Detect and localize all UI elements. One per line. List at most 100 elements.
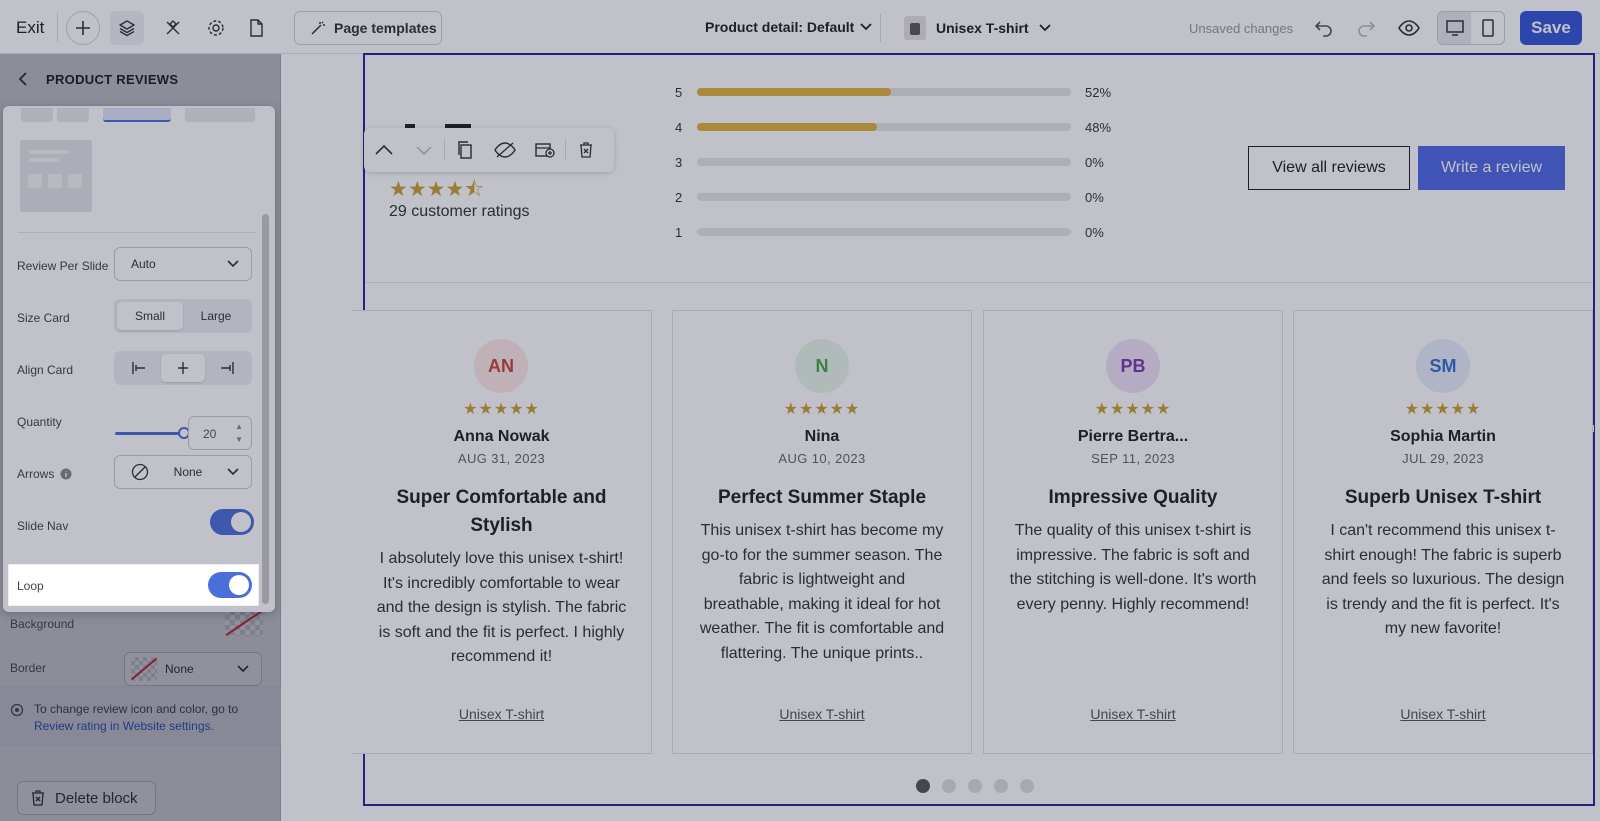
rating-row-3: 3 0% — [675, 154, 1104, 170]
review-stars: ★★★★★ — [1404, 401, 1482, 418]
undo-icon[interactable] — [1310, 14, 1338, 42]
preview-block — [48, 174, 62, 188]
sidebar-title: PRODUCT REVIEWS — [46, 71, 179, 87]
divider — [18, 232, 256, 233]
rating-row-percent: 0% — [1085, 224, 1104, 240]
size-large-option[interactable]: Large — [183, 302, 249, 330]
review-date: JUL 29, 2023 — [1402, 451, 1484, 466]
review-stars: ★★★★★ — [463, 401, 540, 418]
layout-option-selected[interactable] — [103, 108, 171, 122]
slide-nav-toggle[interactable] — [210, 509, 254, 535]
review-card[interactable]: AN ★★★★★ Anna Nowak AUG 31, 2023 Super Comfo… — [352, 310, 652, 754]
slide-nav-label: Slide Nav — [17, 519, 69, 533]
rating-bar-track — [697, 158, 1071, 166]
review-card[interactable]: N ★★★★★ Nina AUG 10, 2023 Perfect Summer Sta… — [672, 310, 972, 754]
layout-preview-card[interactable] — [20, 140, 92, 212]
review-card[interactable]: PB ★★★★★ Pierre Bertra... SEP 11, 2023 Impre… — [983, 310, 1283, 754]
exit-button[interactable]: Exit — [16, 18, 44, 38]
quantity-stepper[interactable]: 20 ▲ ▼ — [188, 416, 252, 450]
review-body: I can't recommend this unisex t-shirt en… — [1321, 522, 1565, 638]
review-card[interactable]: SM ★★★★★ Sophia Martin JUL 29, 2023 Superb U… — [1293, 310, 1593, 754]
background-swatch[interactable] — [225, 610, 263, 636]
website-settings-link[interactable]: Review rating in Website settings. — [34, 719, 214, 733]
panel-scrollbar[interactable] — [262, 108, 269, 613]
page-selector-label: Product detail: Default — [705, 19, 855, 35]
product-selector-label: Unisex T-shirt — [936, 20, 1029, 36]
page-selector[interactable]: Product detail: Default — [705, 19, 872, 35]
device-switcher — [1437, 11, 1505, 45]
add-icon[interactable] — [66, 11, 100, 45]
border-select[interactable]: None — [124, 652, 262, 686]
border-swatch — [131, 657, 157, 681]
page-templates-label: Page templates — [334, 20, 437, 36]
add-section-icon[interactable] — [525, 128, 565, 172]
quantity-slider-track[interactable] — [115, 432, 185, 435]
pagination-dot[interactable] — [1020, 779, 1034, 793]
redo-icon[interactable] — [1352, 14, 1380, 42]
align-left-icon[interactable] — [117, 354, 161, 382]
info-icon[interactable] — [60, 468, 72, 480]
move-up-icon[interactable] — [364, 128, 404, 172]
stepper-down-icon[interactable]: ▼ — [235, 435, 243, 444]
avatar: PB — [1106, 339, 1160, 393]
border-label: Border — [10, 661, 47, 675]
rating-row-percent: 48% — [1085, 119, 1112, 135]
review-per-slide-select[interactable]: Auto — [114, 247, 252, 281]
carousel-pagination — [916, 779, 1034, 793]
review-product-link[interactable]: Unisex T-shirt — [352, 706, 651, 722]
loop-toggle[interactable] — [208, 572, 252, 598]
gear-icon[interactable] — [199, 11, 233, 45]
review-date: AUG 10, 2023 — [778, 451, 866, 466]
review-body: The quality of this unisex t-shirt is im… — [1009, 522, 1257, 613]
pagination-dot[interactable] — [916, 779, 930, 793]
pages-icon[interactable] — [239, 11, 273, 45]
pagination-dot[interactable] — [968, 779, 982, 793]
chevron-down-icon — [227, 468, 239, 476]
arrows-select[interactable]: None — [114, 455, 252, 489]
arrows-value: None — [173, 465, 203, 479]
delete-icon[interactable] — [566, 128, 606, 172]
none-icon — [131, 463, 149, 481]
preview-eye-icon[interactable] — [1395, 14, 1423, 42]
layout-option[interactable] — [57, 108, 89, 122]
save-button[interactable]: Save — [1520, 11, 1582, 45]
view-all-reviews-button[interactable]: View all reviews — [1248, 146, 1410, 190]
size-small-option[interactable]: Small — [117, 302, 183, 330]
rating-bar-track — [697, 193, 1071, 201]
align-center-icon[interactable] — [161, 354, 205, 382]
rating-row-star: 4 — [675, 119, 683, 135]
write-review-button[interactable]: Write a review — [1418, 146, 1565, 190]
settings-info-icon — [10, 703, 24, 717]
review-product-link[interactable]: Unisex T-shirt — [1294, 706, 1592, 722]
delete-block-button[interactable]: Delete block — [17, 781, 156, 815]
loop-label: Loop — [17, 579, 44, 593]
layout-option[interactable] — [21, 108, 53, 122]
back-arrow-icon[interactable] — [18, 72, 28, 86]
layout-option[interactable] — [185, 108, 255, 122]
hide-eye-icon[interactable] — [485, 128, 525, 172]
info-box: To change review icon and color, go to R… — [0, 686, 281, 746]
duplicate-icon[interactable] — [445, 128, 485, 172]
review-product-link[interactable]: Unisex T-shirt — [673, 706, 971, 722]
block-toolbar — [364, 128, 614, 172]
review-body: This unisex t-shirt has become my go-to … — [699, 522, 945, 662]
pagination-dot[interactable] — [942, 779, 956, 793]
review-title: Super Comfortable and Stylish — [396, 487, 607, 536]
rating-row-4: 4 48% — [675, 119, 1111, 135]
layers-icon[interactable] — [110, 11, 144, 45]
rating-row-star: 1 — [675, 224, 683, 240]
desktop-icon[interactable] — [1438, 12, 1471, 44]
mobile-icon[interactable] — [1471, 12, 1504, 44]
review-product-link[interactable]: Unisex T-shirt — [984, 706, 1282, 722]
elements-icon[interactable] — [156, 11, 190, 45]
product-selector[interactable]: Unisex T-shirt — [904, 16, 1051, 40]
move-down-icon[interactable] — [404, 128, 444, 172]
stepper-up-icon[interactable]: ▲ — [235, 422, 243, 431]
pagination-dot[interactable] — [994, 779, 1008, 793]
align-right-icon[interactable] — [205, 354, 249, 382]
rating-bar-fill — [697, 123, 877, 131]
quantity-label: Quantity — [17, 415, 62, 429]
scrollbar-thumb[interactable] — [262, 214, 269, 604]
quantity-value: 20 — [203, 427, 217, 441]
page-templates-button[interactable]: Page templates — [294, 11, 442, 45]
